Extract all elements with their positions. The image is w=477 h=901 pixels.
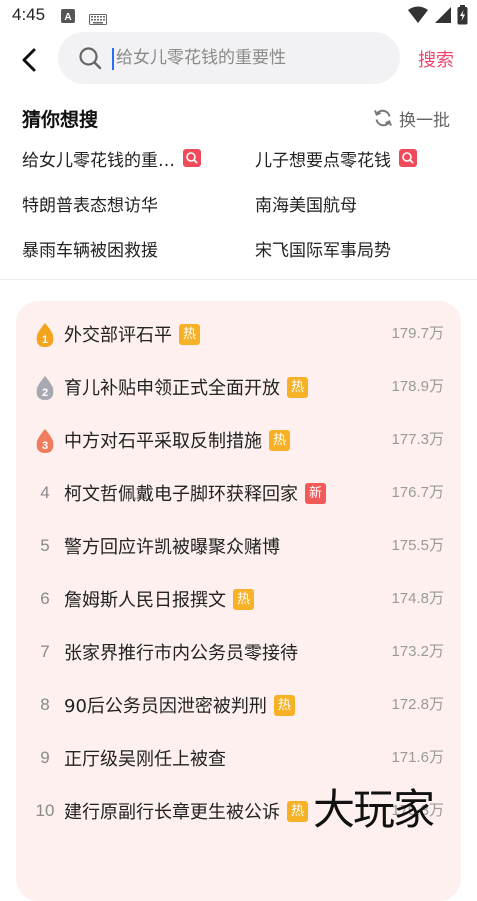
- back-button[interactable]: [14, 44, 46, 76]
- refresh-button[interactable]: 换一批: [373, 106, 450, 131]
- hot-badge: 热: [287, 800, 308, 822]
- hot-badge: 热: [233, 588, 254, 610]
- battery-icon: [457, 5, 468, 29]
- hot-list-row[interactable]: 4 柯文哲佩戴电子脚环获释回家新 176.7万: [16, 467, 461, 519]
- rank-number: 6: [40, 589, 50, 608]
- hot-list-row[interactable]: 1 外交部评石平热 179.7万: [16, 308, 461, 360]
- hot-item-count: 174.8万: [391, 590, 444, 607]
- search-tag-icon: [399, 149, 417, 167]
- hot-item-title: 建行原副行长章更生被公诉热: [64, 785, 308, 837]
- hot-list-row[interactable]: 7 张家界推行市内公务员零接待 173.2万: [16, 626, 461, 678]
- guess-item-label: 给女儿零花钱的重…: [22, 150, 175, 171]
- hot-item-title: 柯文哲佩戴电子脚环获释回家新: [64, 467, 326, 519]
- search-tag-icon: [183, 149, 201, 167]
- silver-medal-icon: 2: [33, 375, 57, 401]
- hot-item-title: 育儿补贴申领正式全面开放热: [64, 361, 308, 413]
- status-bar: 4:45 A: [0, 0, 477, 32]
- rank-number: 7: [40, 642, 50, 661]
- rank-number: 9: [40, 748, 50, 767]
- new-badge: 新: [305, 482, 326, 504]
- guess-item-label: 暴雨车辆被困救援: [22, 240, 158, 261]
- keyboard-icon: [89, 10, 107, 29]
- rank-number: 8: [40, 695, 50, 714]
- hot-item-title: 中方对石平采取反制措施热: [64, 414, 290, 466]
- hot-badge: 热: [273, 694, 295, 716]
- hot-item-title: 外交部评石平热: [64, 308, 200, 360]
- refresh-icon: [374, 109, 392, 127]
- hot-badge: 热: [179, 323, 200, 345]
- text-caret: [112, 48, 114, 70]
- gold-medal-icon: 1: [33, 322, 57, 348]
- back-arrow-icon: [22, 48, 36, 72]
- hot-item-count: 172.8万: [391, 696, 444, 713]
- hot-list-row[interactable]: 6 詹姆斯人民日报撰文热 174.8万: [16, 573, 461, 625]
- svg-text:A: A: [64, 12, 71, 23]
- guess-item[interactable]: 南海美国航母: [255, 190, 357, 216]
- hot-list-row[interactable]: 8 90后公务员因泄密被判刑热 172.8万: [16, 679, 461, 731]
- watermark-logo: 大玩家: [313, 785, 435, 834]
- guess-item-label: 南海美国航母: [255, 195, 357, 216]
- guess-item[interactable]: 给女儿零花钱的重…: [22, 145, 201, 171]
- hot-badge: 热: [287, 376, 308, 398]
- guess-item[interactable]: 特朗普表态想访华: [22, 190, 158, 216]
- svg-text:2: 2: [42, 387, 48, 399]
- guess-item[interactable]: 暴雨车辆被困救援: [22, 235, 158, 261]
- hot-item-count: 177.3万: [391, 431, 444, 448]
- bronze-medal-icon: 3: [33, 428, 57, 454]
- rank-number: 10: [35, 801, 55, 820]
- guess-item-label: 儿子想要点零花钱: [255, 150, 391, 171]
- hot-item-count: 178.9万: [391, 378, 444, 395]
- refresh-label: 换一批: [399, 110, 450, 131]
- guess-item[interactable]: 儿子想要点零花钱: [255, 145, 417, 171]
- hot-item-title: 詹姆斯人民日报撰文热: [64, 573, 254, 625]
- hot-list-row[interactable]: 2 育儿补贴申领正式全面开放热 178.9万: [16, 361, 461, 413]
- hot-item-count: 173.2万: [391, 643, 444, 660]
- wifi-icon: [408, 6, 428, 28]
- hot-item-count: 175.5万: [391, 537, 444, 554]
- rank-number: 5: [40, 536, 50, 555]
- hot-list-row[interactable]: 3 中方对石平采取反制措施热 177.3万: [16, 414, 461, 466]
- hot-item-count: 179.7万: [391, 325, 444, 342]
- guess-title: 猜你想搜: [22, 109, 99, 131]
- hot-item-title: 正厅级吴刚任上被查: [64, 749, 226, 770]
- status-time: 4:45: [12, 5, 46, 24]
- guess-item[interactable]: 宋飞国际军事局势: [255, 235, 391, 261]
- hot-item-title: 警方回应许凯被曝聚众赌博: [64, 537, 280, 558]
- search-box[interactable]: [58, 32, 400, 84]
- svg-text:3: 3: [42, 440, 48, 452]
- hot-badge: 热: [269, 429, 290, 451]
- search-icon: [78, 46, 102, 74]
- guess-item-label: 宋飞国际军事局势: [255, 240, 391, 261]
- search-bar: 搜索: [0, 32, 477, 86]
- app-a-icon: A: [61, 8, 75, 27]
- signal-icon: [434, 6, 452, 28]
- hot-item-count: 176.7万: [391, 484, 444, 501]
- search-input[interactable]: [116, 32, 386, 84]
- svg-text:1: 1: [42, 334, 48, 346]
- hot-list-row[interactable]: 5 警方回应许凯被曝聚众赌博 175.5万: [16, 520, 461, 572]
- section-divider: [0, 279, 477, 280]
- guess-item-label: 特朗普表态想访华: [22, 195, 158, 216]
- search-button[interactable]: 搜索: [418, 46, 454, 72]
- hot-item-title: 90后公务员因泄密被判刑热: [64, 679, 295, 731]
- rank-number: 4: [40, 483, 50, 502]
- hot-item-title: 张家界推行市内公务员零接待: [64, 643, 298, 664]
